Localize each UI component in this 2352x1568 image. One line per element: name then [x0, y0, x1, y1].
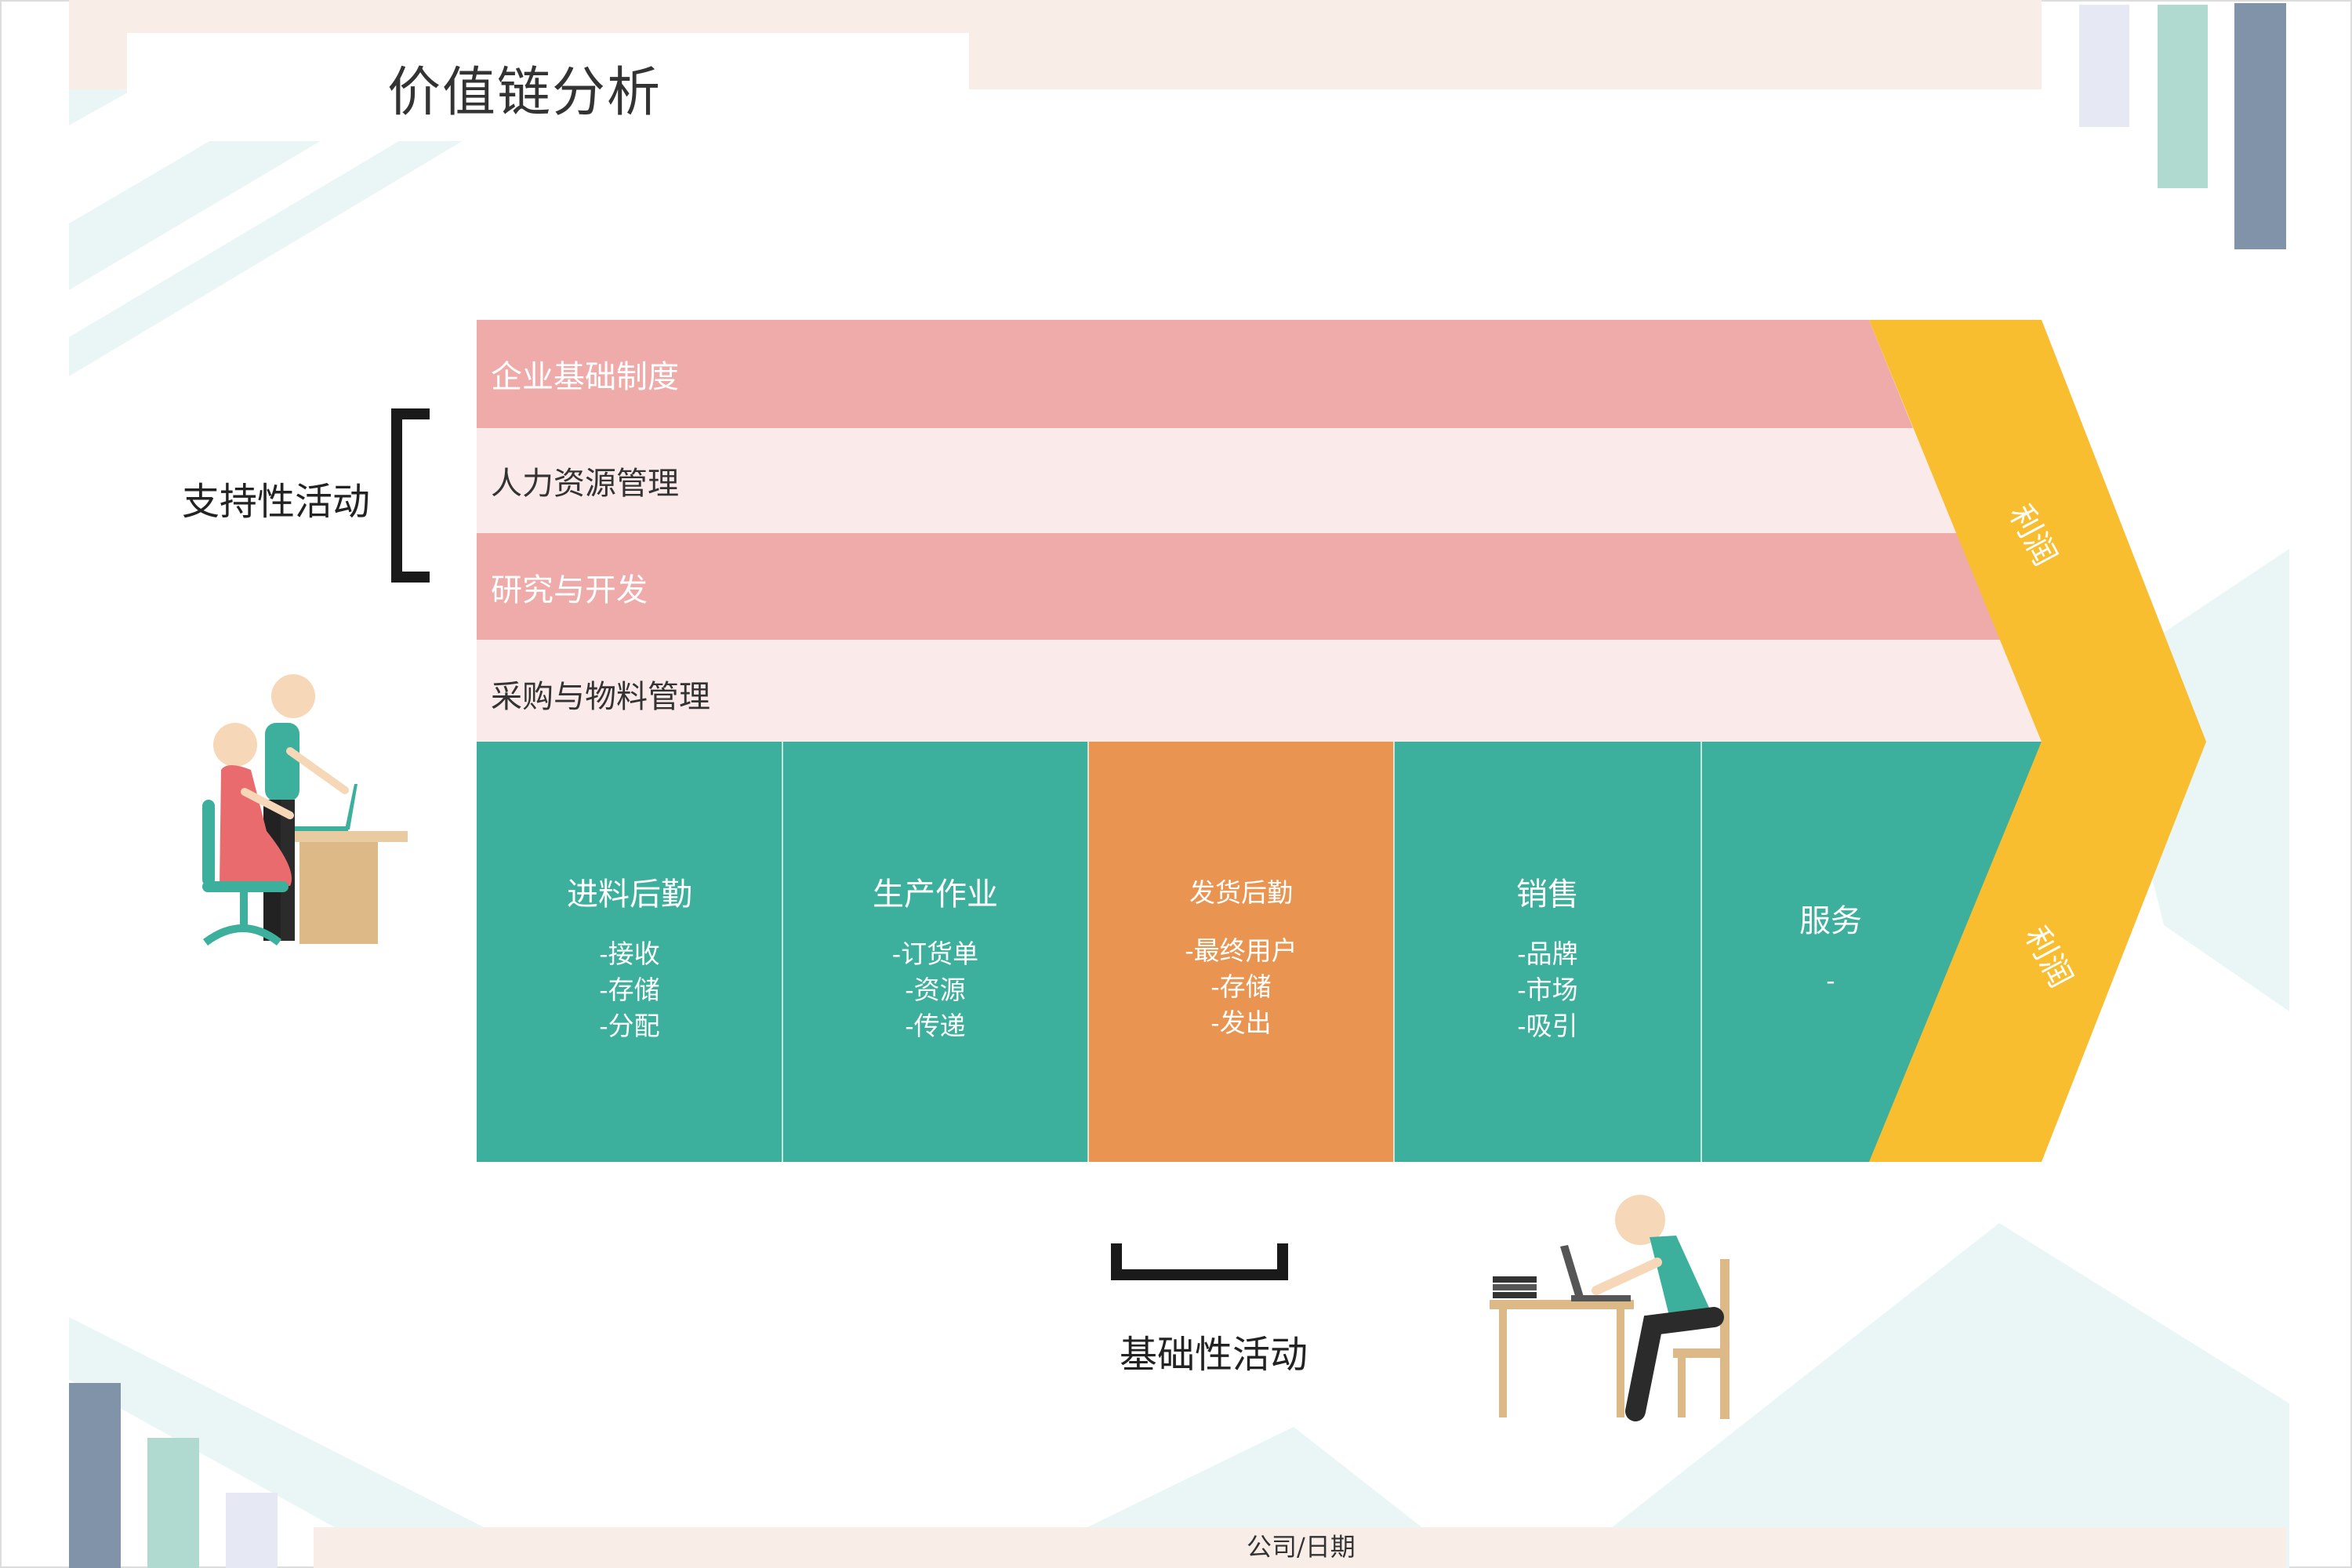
deco-bar [226, 1493, 278, 1568]
primary-activity-cell: 销售 -品牌 -市场 -吸引 [1394, 869, 1701, 1044]
laptop-worker-illustration [1490, 1195, 1730, 1421]
primary-activity-item: -传递 [905, 1011, 966, 1041]
support-bracket [391, 408, 430, 583]
support-activities-label: 支持性活动 [182, 480, 371, 524]
primary-activity-item: -存储 [599, 975, 660, 1005]
support-band [477, 533, 2001, 640]
primary-activity-cell: 生产作业 -订货单 -资源 -传递 [782, 869, 1088, 1044]
title-box: 价值链分析 [127, 33, 969, 141]
primary-activity-cell: 进料后勤 -接收 -存储 -分配 [477, 869, 782, 1044]
primary-activity-title: 生产作业 [873, 877, 998, 913]
support-activity-label: 研究与开发 [491, 572, 648, 608]
deco-bar [69, 1383, 121, 1568]
support-activity-label: 人力资源管理 [491, 466, 679, 502]
primary-activity-item: -资源 [905, 975, 966, 1005]
primary-activity-item: -发出 [1210, 1007, 1272, 1038]
primary-bracket [1111, 1243, 1288, 1280]
primary-activity-cell: 服务 - [1701, 895, 1960, 999]
primary-activity-item: -订货单 [891, 938, 979, 969]
primary-activity-item: - [1826, 965, 1835, 996]
primary-activity-title: 进料后勤 [567, 877, 692, 913]
deco-bar [2234, 3, 2286, 249]
deco-bar [147, 1438, 199, 1568]
support-activity-label: 企业基础制度 [491, 359, 679, 395]
deco-bar [2079, 5, 2129, 127]
primary-activity-cell: 发货后勤 -最终用户 -存储 -发出 [1088, 872, 1394, 1041]
primary-activity-item: -品牌 [1517, 938, 1578, 969]
deco-bar [2158, 5, 2208, 188]
support-band [477, 640, 2042, 742]
support-activity-label: 采购与物料管理 [491, 679, 710, 715]
primary-activities-label: 基础性活动 [1120, 1333, 1308, 1377]
primary-activity-item: -吸引 [1517, 1011, 1578, 1041]
primary-activity-title: 服务 [1799, 903, 1862, 939]
primary-activity-title: 销售 [1516, 877, 1579, 913]
primary-activity-item: -存储 [1210, 971, 1272, 1002]
office-workers-illustration [202, 674, 408, 946]
primary-activity-item: -接收 [599, 938, 660, 969]
page-title: 价值链分析 [387, 61, 662, 124]
support-band [477, 428, 1957, 533]
primary-activity-item: -分配 [599, 1011, 660, 1041]
primary-activity-item: -市场 [1517, 975, 1578, 1005]
primary-activity-item: -最终用户 [1185, 935, 1298, 966]
primary-activity-title: 发货后勤 [1189, 877, 1293, 908]
support-band [477, 320, 1913, 428]
footer-company-date: 公司/日期 [1247, 1532, 1356, 1562]
